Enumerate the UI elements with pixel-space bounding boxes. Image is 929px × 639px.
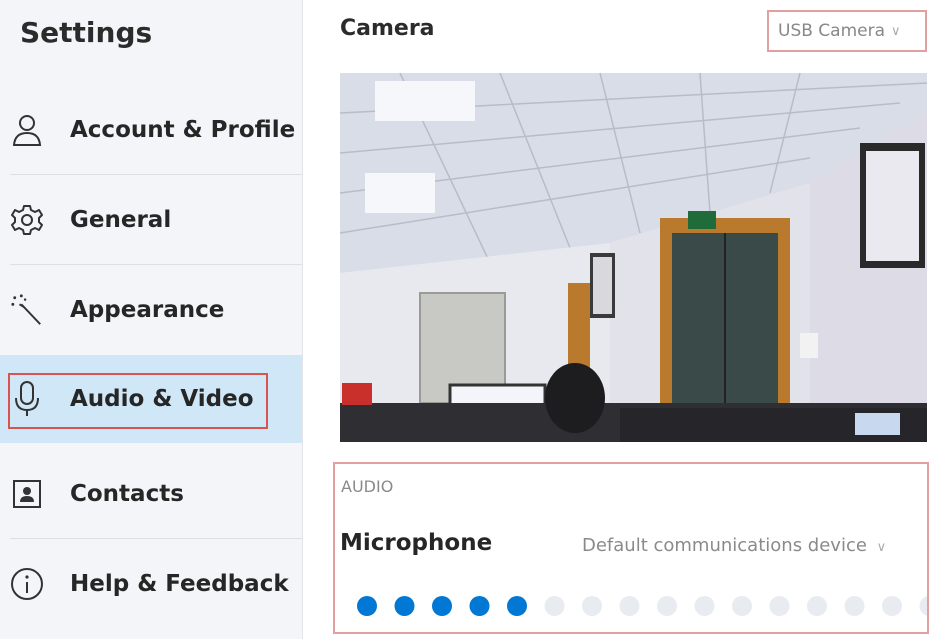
level-dot-inactive bbox=[807, 596, 827, 616]
contact-card-icon bbox=[10, 474, 44, 514]
sidebar-item-help-feedback[interactable]: Help & Feedback bbox=[0, 540, 302, 628]
settings-sidebar: Settings Account & Profile General Appea… bbox=[0, 0, 303, 639]
level-dot-inactive bbox=[657, 596, 677, 616]
sidebar-title: Settings bbox=[20, 16, 153, 49]
microphone-label: Microphone bbox=[340, 530, 493, 556]
level-dot-inactive bbox=[919, 596, 929, 616]
sidebar-item-account-profile[interactable]: Account & Profile bbox=[0, 86, 302, 174]
sidebar-item-label: Appearance bbox=[70, 297, 225, 323]
person-icon bbox=[10, 110, 44, 150]
level-dot-inactive bbox=[694, 596, 715, 616]
microphone-level-meter bbox=[337, 594, 929, 618]
info-icon bbox=[10, 564, 44, 604]
sidebar-item-appearance[interactable]: Appearance bbox=[0, 266, 302, 354]
level-dot-active bbox=[394, 596, 415, 616]
camera-preview bbox=[340, 73, 927, 442]
sidebar-item-general[interactable]: General bbox=[0, 176, 302, 264]
camera-device-dropdown[interactable]: USB Camera ∨ bbox=[767, 10, 927, 52]
camera-device-value: USB Camera bbox=[778, 21, 886, 41]
gear-icon bbox=[10, 200, 44, 240]
sidebar-item-label: Audio & Video bbox=[70, 386, 254, 412]
divider bbox=[10, 174, 302, 175]
level-dot-inactive bbox=[544, 596, 565, 616]
level-dot-inactive bbox=[844, 596, 865, 616]
camera-heading: Camera bbox=[340, 16, 435, 41]
chevron-down-icon: ∨ bbox=[891, 23, 901, 39]
chevron-down-icon: ∨ bbox=[876, 540, 887, 555]
camera-preview-image bbox=[340, 73, 927, 442]
level-dot-inactive bbox=[619, 596, 640, 616]
microphone-icon bbox=[10, 379, 44, 419]
level-dot-inactive bbox=[769, 596, 790, 616]
sidebar-item-label: Help & Feedback bbox=[70, 571, 289, 597]
sidebar-item-audio-video[interactable]: Audio & Video bbox=[0, 355, 302, 443]
level-dot-active bbox=[507, 596, 527, 616]
microphone-device-dropdown[interactable]: Default communications device ∨ bbox=[582, 535, 886, 556]
sidebar-item-contacts[interactable]: Contacts bbox=[0, 450, 302, 538]
level-dot-active bbox=[432, 596, 452, 616]
level-dot-active bbox=[469, 596, 490, 616]
magic-wand-icon bbox=[10, 290, 44, 330]
sidebar-item-label: General bbox=[70, 207, 172, 233]
level-dot-active bbox=[357, 596, 377, 616]
level-dot-inactive bbox=[882, 596, 902, 616]
sidebar-item-label: Account & Profile bbox=[70, 117, 296, 143]
level-dot-inactive bbox=[582, 596, 602, 616]
sidebar-item-label: Contacts bbox=[70, 481, 184, 507]
divider bbox=[10, 538, 302, 539]
divider bbox=[10, 264, 302, 265]
microphone-device-value: Default communications device bbox=[582, 535, 867, 556]
audio-section-label: AUDIO bbox=[341, 477, 394, 496]
level-dot-inactive bbox=[732, 596, 752, 616]
